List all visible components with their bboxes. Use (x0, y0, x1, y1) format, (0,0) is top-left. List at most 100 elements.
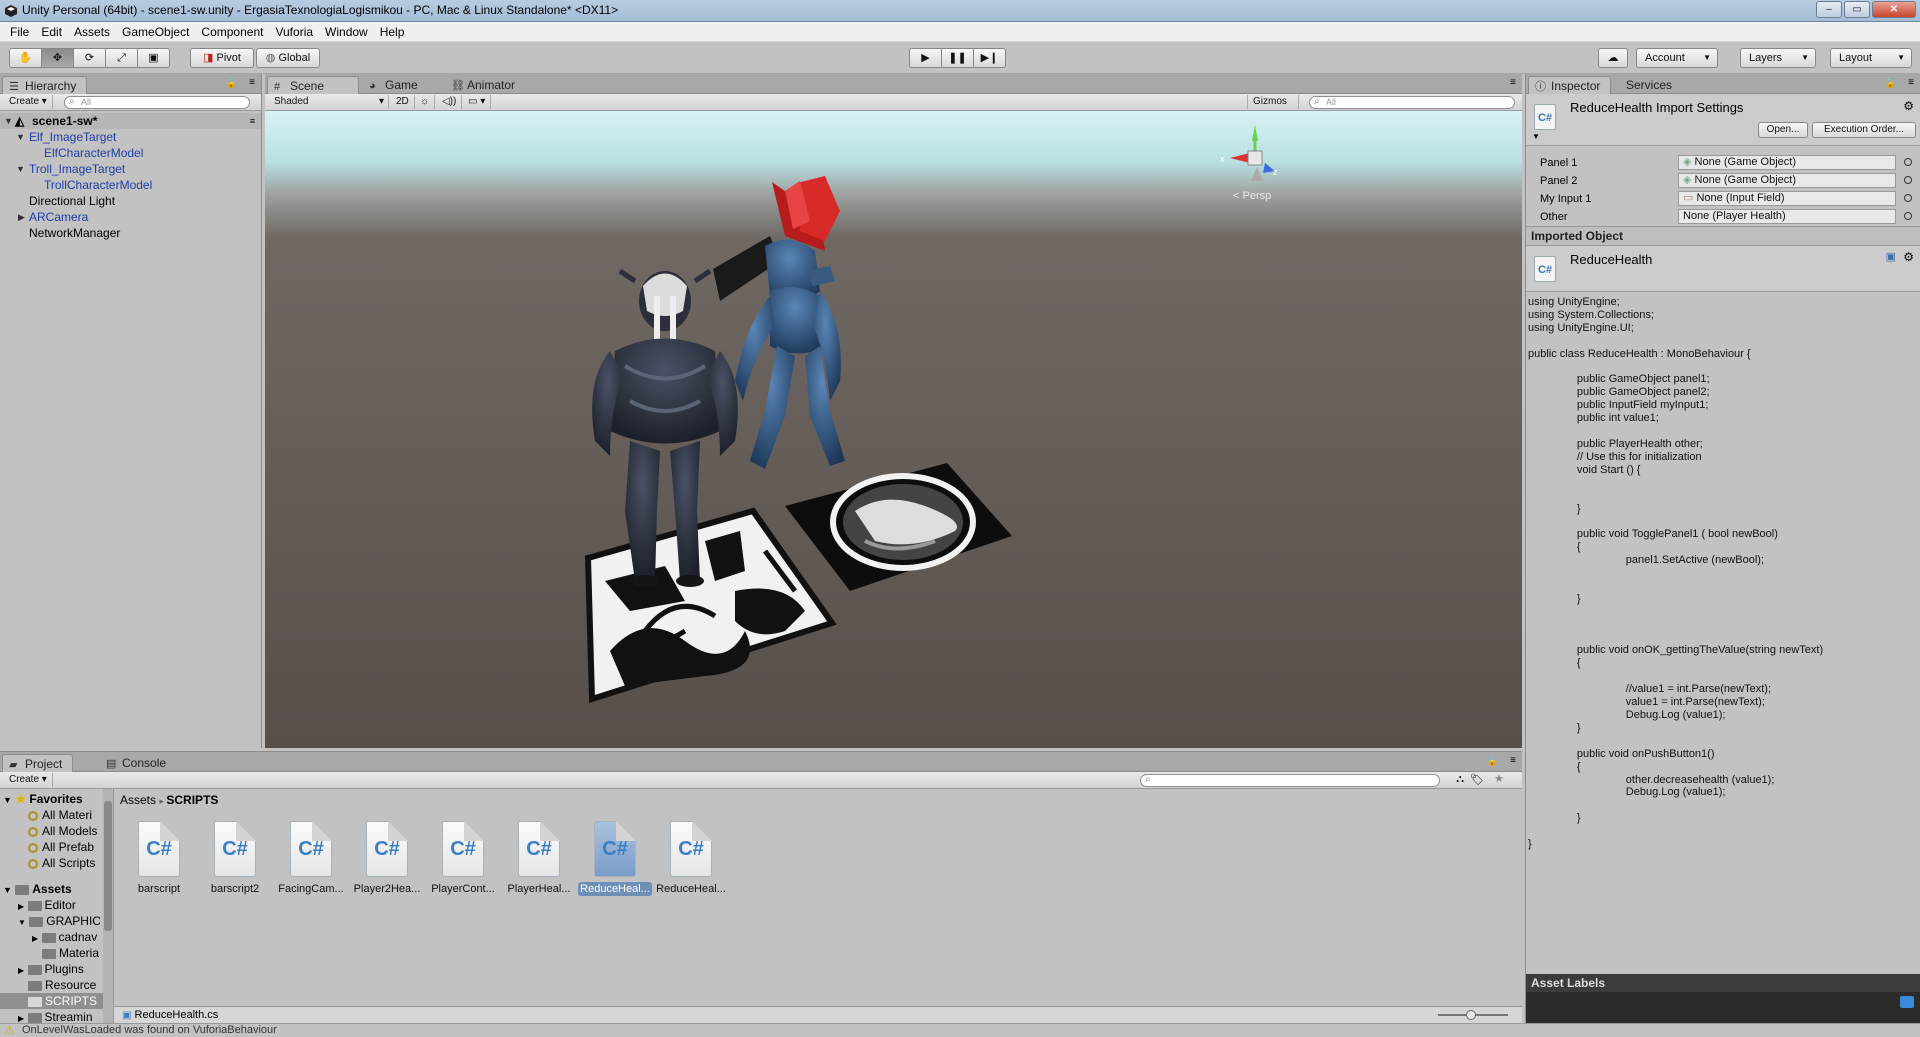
status-bar[interactable]: ⚠ OnLevelWasLoaded was found on VuforiaB… (0, 1023, 1920, 1037)
menu-component[interactable]: Component (195, 22, 269, 42)
asset-item[interactable]: C# Player2Hea... (350, 821, 424, 896)
hierarchy-item[interactable]: ▼ Troll_ImageTarget (0, 161, 261, 177)
panel-menu-icon[interactable]: ≡ (1908, 77, 1914, 88)
play-button[interactable]: ▶ (909, 48, 942, 68)
lock-icon[interactable]: 🔒 (1487, 756, 1498, 767)
menu-file[interactable]: File (4, 22, 35, 42)
move-tool-button[interactable]: ✥ (41, 48, 74, 68)
fold-closed-icon[interactable]: ▶ (18, 209, 25, 225)
account-dropdown[interactable]: Account ▼ (1636, 48, 1718, 68)
object-picker-icon[interactable] (1904, 212, 1912, 220)
favorite-item[interactable]: All Scripts (0, 855, 103, 871)
shading-mode-dropdown[interactable]: Shaded ▾ (269, 95, 389, 109)
tab-console[interactable]: ▤ Console (100, 754, 176, 772)
lock-icon[interactable]: 🔒 (226, 78, 237, 89)
asset-item[interactable]: C# PlayerCont... (426, 821, 500, 896)
rotate-tool-button[interactable]: ⟳ (73, 48, 106, 68)
hierarchy-item[interactable]: ▶ ARCamera (0, 209, 261, 225)
icon-size-slider[interactable] (1438, 1010, 1508, 1020)
object-field[interactable]: ▭ None (Input Field) (1678, 191, 1896, 206)
lighting-toggle[interactable]: ☼ (415, 95, 436, 109)
scene-search-input[interactable]: All (1309, 96, 1515, 109)
slider-thumb[interactable] (1466, 1010, 1476, 1020)
asset-folder-row[interactable]: ▼ GRAPHIC (0, 913, 103, 929)
asset-folder-row[interactable]: ▶ Streamin (0, 1009, 103, 1023)
hierarchy-create-button[interactable]: Create ▾ (4, 95, 53, 109)
panel-menu-icon[interactable]: ≡ (249, 77, 255, 88)
panel-menu-icon[interactable]: ≡ (1510, 755, 1516, 766)
step-button[interactable]: ▶❙ (973, 48, 1006, 68)
settings-gear-icon[interactable]: ⚙ (1903, 99, 1914, 113)
fold-closed-icon[interactable]: ▶ (18, 902, 24, 911)
filter-by-label-icon[interactable]: 🏷 (1470, 773, 1484, 786)
object-field[interactable]: None (Player Health) (1678, 209, 1896, 224)
pivot-toggle[interactable]: ◨ Pivot (190, 48, 254, 68)
asset-folder-row[interactable]: ▶ Editor (0, 897, 103, 913)
tab-inspector[interactable]: ⓘ Inspector (1528, 76, 1612, 94)
favorite-item[interactable]: All Materi (0, 807, 103, 823)
asset-folder-row[interactable]: ▶ Plugins (0, 961, 103, 977)
execution-order-button[interactable]: Execution Order... (1812, 122, 1916, 138)
global-toggle[interactable]: ◍ Global (256, 48, 320, 68)
menu-assets[interactable]: Assets (68, 22, 116, 42)
pause-button[interactable]: ❚❚ (941, 48, 974, 68)
menu-window[interactable]: Window (319, 22, 374, 42)
gizmos-dropdown[interactable]: Gizmos ▾ (1247, 95, 1299, 121)
breadcrumb-root[interactable]: Assets (120, 793, 156, 807)
favorite-item[interactable]: All Prefab (0, 839, 103, 855)
panel-menu-icon[interactable]: ≡ (1510, 77, 1516, 88)
tree-scrollbar[interactable] (103, 789, 113, 1023)
close-button[interactable]: ✕ (1872, 1, 1916, 18)
assets-root-row[interactable]: ▼ Assets (0, 881, 103, 897)
asset-item[interactable]: C# PlayerHeal... (502, 821, 576, 896)
filter-by-type-icon[interactable]: ⛬ (1456, 773, 1464, 786)
menu-help[interactable]: Help (374, 22, 411, 42)
tab-scene[interactable]: # Scene (267, 76, 359, 94)
fold-open-icon[interactable]: ▼ (3, 795, 12, 805)
project-create-button[interactable]: Create ▾ (4, 773, 53, 787)
hierarchy-search-input[interactable]: All (64, 96, 250, 109)
asset-item-selected[interactable]: C# ReduceHeal... (578, 821, 652, 896)
asset-item[interactable]: C# FacingCam... (274, 821, 348, 896)
hierarchy-item[interactable]: ▼ Elf_ImageTarget (0, 129, 261, 145)
asset-folder-row[interactable]: ▶ cadnav (0, 929, 103, 945)
object-picker-icon[interactable] (1904, 176, 1912, 184)
hierarchy-item[interactable]: NetworkManager (0, 225, 261, 241)
settings-gear-icon[interactable]: ⚙ (1903, 250, 1914, 264)
menu-gameobject[interactable]: GameObject (116, 22, 195, 42)
layers-dropdown[interactable]: Layers ▼ (1740, 48, 1816, 68)
help-book-icon[interactable]: ▣ (1886, 250, 1896, 263)
rect-tool-button[interactable]: ▣ (137, 48, 170, 68)
cloud-button[interactable]: ☁ (1598, 48, 1628, 68)
lock-icon[interactable]: 🔒 (1885, 78, 1896, 89)
hierarchy-item[interactable]: ElfCharacterModel (0, 145, 261, 161)
project-search-input[interactable] (1140, 774, 1440, 787)
tab-game[interactable]: ◕ Game (363, 76, 428, 94)
tab-project[interactable]: ▰ Project (2, 754, 74, 772)
fold-closed-icon[interactable]: ▶ (32, 934, 38, 943)
asset-folder-row[interactable]: Materia (0, 945, 103, 961)
fold-open-icon[interactable]: ▼ (16, 161, 25, 177)
open-button[interactable]: Open... (1758, 122, 1808, 138)
breadcrumb-current[interactable]: SCRIPTS (166, 793, 218, 807)
object-picker-icon[interactable] (1904, 194, 1912, 202)
layout-dropdown[interactable]: Layout ▼ (1830, 48, 1912, 68)
effects-toggle[interactable]: ▭ ▾ (463, 95, 492, 109)
maximize-button[interactable]: ▭ (1844, 1, 1870, 18)
asset-item[interactable]: C# barscript2 (198, 821, 272, 896)
object-field[interactable]: ◈ None (Game Object) (1678, 173, 1896, 188)
menu-edit[interactable]: Edit (35, 22, 68, 42)
fold-open-icon[interactable]: ▼ (4, 113, 13, 129)
scroll-thumb[interactable] (104, 801, 112, 931)
hierarchy-item[interactable]: Directional Light (0, 193, 261, 209)
asset-folder-row-selected[interactable]: SCRIPTS (0, 993, 103, 1009)
fold-open-icon[interactable]: ▼ (18, 918, 26, 927)
object-picker-icon[interactable] (1904, 158, 1912, 166)
fold-closed-icon[interactable]: ▶ (18, 966, 24, 975)
hand-tool-button[interactable]: ✋ (9, 48, 42, 68)
fold-closed-icon[interactable]: ▶ (18, 1014, 24, 1023)
label-tag-icon[interactable] (1900, 996, 1914, 1008)
favorites-row[interactable]: ▼ ★ Favorites (0, 791, 103, 807)
mode-2d-toggle[interactable]: 2D (391, 95, 415, 109)
fold-open-icon[interactable]: ▼ (3, 885, 12, 895)
